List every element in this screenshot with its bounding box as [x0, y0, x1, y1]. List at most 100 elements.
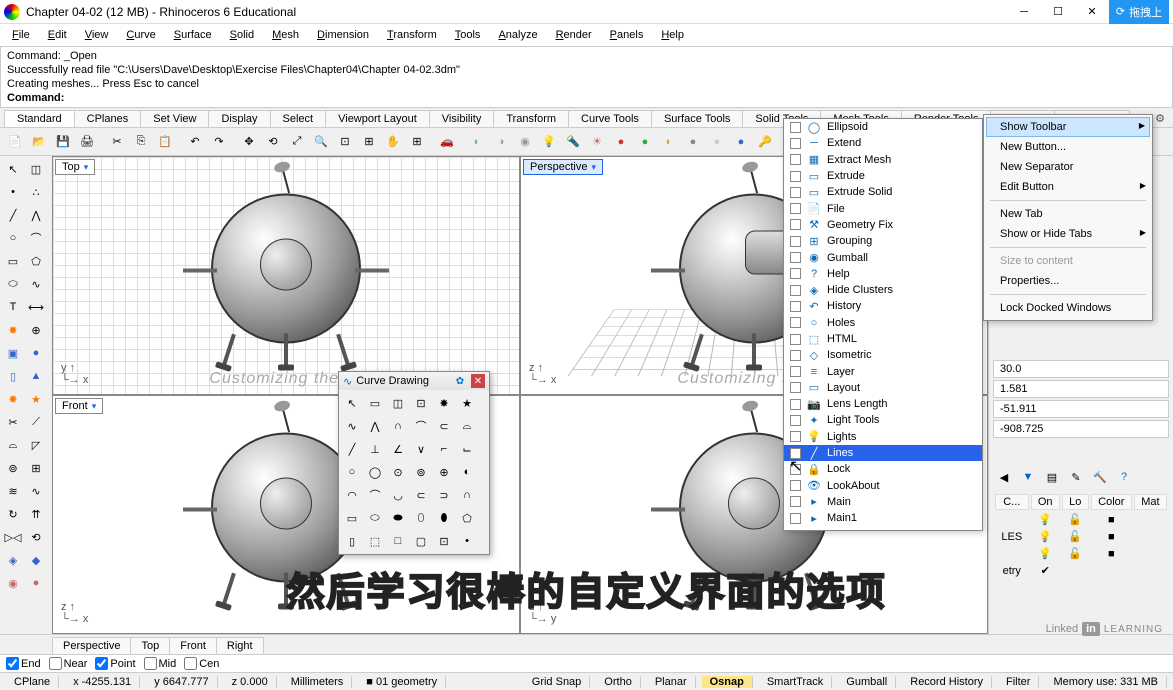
explode-icon[interactable]: ✸ [2, 319, 24, 341]
context-menu[interactable]: Show ToolbarNew Button...New SeparatorEd… [983, 114, 1153, 321]
pencil-icon[interactable]: ✎ [1065, 466, 1087, 488]
curve-tool-icon[interactable]: ∠ [387, 438, 409, 460]
status-planar[interactable]: Planar [647, 676, 696, 688]
sweep-icon[interactable]: ∿ [25, 480, 47, 502]
curve-tool-icon[interactable]: ▭ [341, 507, 363, 529]
layer-th-color[interactable]: Color [1091, 494, 1132, 510]
toolbar-item-grouping[interactable]: ⊞Grouping [784, 233, 982, 249]
material-green-icon[interactable]: ● [634, 131, 656, 153]
curve-tool-icon[interactable]: ▢ [410, 530, 432, 552]
viewport-label-front[interactable]: Front▾ [55, 398, 103, 414]
curve-tool-icon[interactable]: ⬠ [456, 507, 478, 529]
curve-tool-icon[interactable]: ◫ [387, 392, 409, 414]
context-lock-docked-windows[interactable]: Lock Docked Windows [986, 298, 1150, 318]
dim-icon[interactable]: ⟷ [25, 296, 47, 318]
tab-transform[interactable]: Transform [493, 110, 569, 127]
menu-transform[interactable]: Transform [379, 27, 445, 43]
osnap-end[interactable]: End [6, 657, 41, 670]
curve-tool-icon[interactable]: ⌐ [433, 438, 455, 460]
polygon-icon[interactable]: ⬠ [25, 250, 47, 272]
curve-tool-icon[interactable]: ⊡ [410, 392, 432, 414]
toolbar-item-geometry-fix[interactable]: ⚒Geometry Fix [784, 217, 982, 233]
menu-panels[interactable]: Panels [602, 27, 652, 43]
zoom-extents-icon[interactable]: ⊡ [334, 131, 356, 153]
curve-tool-icon[interactable]: ✸ [433, 392, 455, 414]
rotate-icon[interactable]: ⟲ [262, 131, 284, 153]
line-icon[interactable]: ╱ [2, 204, 24, 226]
toolbar-item-extrude[interactable]: ▭Extrude [784, 168, 982, 184]
toolbar-item-extrude-solid[interactable]: ▭Extrude Solid [784, 184, 982, 200]
toolbar-item-file[interactable]: 📄File [784, 200, 982, 216]
status-layer[interactable]: ■ 01 geometry [358, 676, 446, 688]
menu-analyze[interactable]: Analyze [490, 27, 545, 43]
maximize-button[interactable]: ☐ [1041, 1, 1075, 23]
cut-icon[interactable]: ✂ [106, 131, 128, 153]
loft-icon[interactable]: ≋ [2, 480, 24, 502]
hammer-icon[interactable]: 🔨 [1089, 466, 1111, 488]
curve-tool-icon[interactable]: ⋀ [364, 415, 386, 437]
tab-display[interactable]: Display [208, 110, 270, 127]
point-icon[interactable]: • [2, 181, 24, 203]
menu-help[interactable]: Help [653, 27, 692, 43]
toolbar-item-holes[interactable]: ○Holes [784, 315, 982, 331]
pointer-icon[interactable]: ↖ [2, 158, 24, 180]
toolbar-item-main[interactable]: ▸Main [784, 494, 982, 510]
render-icon[interactable]: ◉ [514, 131, 536, 153]
close-button[interactable]: ✕ [1075, 1, 1109, 23]
curve-tool-icon[interactable]: ╱ [341, 438, 363, 460]
toolbar-item-layout[interactable]: ▭Layout [784, 380, 982, 396]
menu-render[interactable]: Render [548, 27, 600, 43]
command-history[interactable]: Command: _OpenSuccessfully read file "C:… [0, 46, 1173, 108]
status-smarttrack[interactable]: SmartTrack [759, 676, 832, 688]
viewport-tab-right[interactable]: Right [216, 637, 264, 654]
array-icon[interactable]: ⊞ [25, 457, 47, 479]
value-field-2[interactable]: -51.911 [993, 400, 1169, 418]
sphere-icon[interactable]: ● [25, 342, 47, 364]
context-properties-[interactable]: Properties... [986, 271, 1150, 291]
curve-tool-icon[interactable]: ⬯ [410, 507, 432, 529]
paste-icon[interactable]: 📋 [154, 131, 176, 153]
curve-tool-icon[interactable]: ⬬ [387, 507, 409, 529]
viewport-label-perspective[interactable]: Perspective▾ [523, 159, 603, 175]
curve-tool-icon[interactable]: ⬚ [364, 530, 386, 552]
toolbar-item-hide-clusters[interactable]: ◈Hide Clusters [784, 282, 982, 298]
curve-tool-icon[interactable]: ⊡ [433, 530, 455, 552]
curve-tool-icon[interactable]: ⌒ [364, 484, 386, 506]
layer-row[interactable]: LES💡🔓■ [995, 529, 1167, 544]
curve-tool-icon[interactable]: □ [387, 530, 409, 552]
material-white-icon[interactable]: ● [706, 131, 728, 153]
copy-icon[interactable]: ⎘ [130, 131, 152, 153]
value-field-3[interactable]: -908.725 [993, 420, 1169, 438]
status-gumball[interactable]: Gumball [838, 676, 896, 688]
analyze-icon[interactable]: ◆ [25, 549, 47, 571]
curve-tool-icon[interactable]: ◐ [456, 461, 478, 483]
curve-drawing-floater[interactable]: ∿ Curve Drawing ✿ ✕ ↖▭◫⊡✸★∿⋀∩⌒⊂⌓╱⊥∠∨⌐⌙○◯… [338, 371, 490, 555]
tab-cplanes[interactable]: CPlanes [74, 110, 142, 127]
osnap-mid[interactable]: Mid [144, 657, 177, 670]
viewport-tab-perspective[interactable]: Perspective [52, 637, 131, 654]
arc-icon[interactable]: ⌒ [25, 227, 47, 249]
open-icon[interactable]: 📂 [28, 131, 50, 153]
render2-icon[interactable]: ◉ [2, 572, 24, 594]
shade2-icon[interactable]: ◑ [490, 131, 512, 153]
redo-icon[interactable]: ↷ [208, 131, 230, 153]
rect-icon[interactable]: ▭ [2, 250, 24, 272]
menu-dimension[interactable]: Dimension [309, 27, 377, 43]
toolbar-item-isometric[interactable]: ◇Isometric [784, 347, 982, 363]
viewport-tab-front[interactable]: Front [169, 637, 217, 654]
status-ortho[interactable]: Ortho [596, 676, 641, 688]
curve-tool-icon[interactable]: ▯ [341, 530, 363, 552]
curve-tool-icon[interactable]: ★ [456, 392, 478, 414]
toolbar-item-main1[interactable]: ▸Main1 [784, 510, 982, 526]
status-record-history[interactable]: Record History [902, 676, 992, 688]
tab-standard[interactable]: Standard [4, 110, 75, 127]
status-grid-snap[interactable]: Grid Snap [524, 676, 591, 688]
toolbar-item-lights[interactable]: 💡Lights [784, 429, 982, 445]
new-icon[interactable]: 📄 [4, 131, 26, 153]
viewport-4-icon[interactable]: ⊞ [406, 131, 428, 153]
osnap-near[interactable]: Near [49, 657, 88, 670]
context-show-or-hide-tabs[interactable]: Show or Hide Tabs [986, 224, 1150, 244]
points-icon[interactable]: ∴ [25, 181, 47, 203]
viewport-label-top[interactable]: Top▾ [55, 159, 95, 175]
sun-icon[interactable]: ☀ [586, 131, 608, 153]
